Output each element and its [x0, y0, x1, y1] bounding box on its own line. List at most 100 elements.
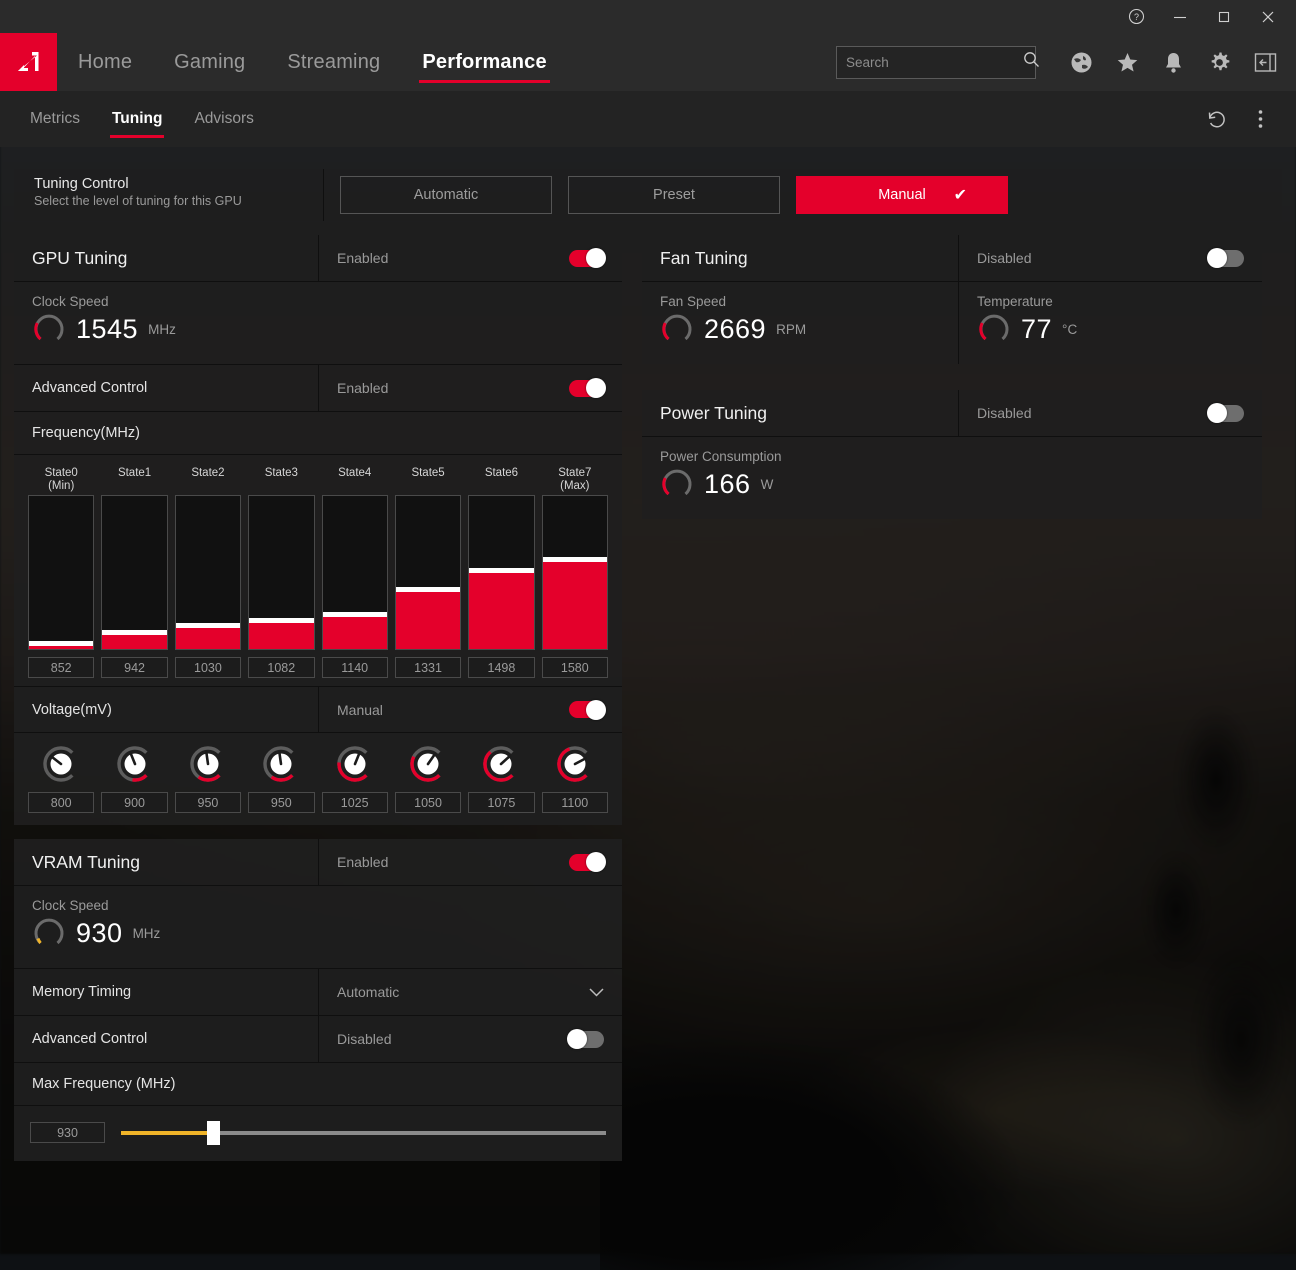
- voltage-knob-dial[interactable]: [262, 745, 300, 783]
- gpu-tuning-toggle[interactable]: [569, 248, 606, 268]
- frequency-value-input[interactable]: 852: [28, 657, 95, 678]
- frequency-bar[interactable]: [28, 495, 95, 650]
- voltage-knob-dial[interactable]: [556, 745, 594, 783]
- vram-tuning-toggle-cell[interactable]: Enabled: [319, 839, 622, 885]
- frequency-value-input[interactable]: 1140: [321, 657, 388, 678]
- tab-tuning[interactable]: Tuning: [96, 91, 179, 147]
- frequency-bar-handle[interactable]: [322, 611, 387, 617]
- more-vertical-icon[interactable]: [1238, 91, 1282, 147]
- vram-tuning-toggle[interactable]: [569, 852, 606, 872]
- frequency-bar-handle[interactable]: [249, 618, 314, 623]
- right-column: Fan Tuning Disabled Fan Speed 2669 RPM T…: [642, 235, 1262, 533]
- frequency-bar-columns: State0 (Min) 852 State1 942 State2 1030 State3 1…: [28, 465, 608, 678]
- search-box[interactable]: [836, 45, 1039, 79]
- voltage-knob-dial[interactable]: [336, 745, 374, 783]
- memory-timing-select[interactable]: Automatic: [319, 969, 622, 1015]
- vram-advanced-control-label-cell: Advanced Control: [14, 1016, 319, 1062]
- tuning-option-automatic[interactable]: Automatic: [340, 176, 552, 214]
- power-tuning-toggle[interactable]: [1207, 403, 1244, 423]
- tuning-option-manual[interactable]: Manual ✔: [796, 176, 1008, 214]
- voltage-value-input[interactable]: 800: [28, 792, 95, 813]
- temperature-value: 77: [1021, 314, 1053, 344]
- frequency-bar[interactable]: [174, 495, 242, 650]
- tuning-option-preset[interactable]: Preset: [568, 176, 780, 214]
- nav-item-streaming[interactable]: Streaming: [266, 33, 401, 91]
- help-circle-icon[interactable]: ?: [1114, 0, 1158, 33]
- voltage-value-input[interactable]: 950: [174, 792, 242, 813]
- vram-clock-speed-unit: MHz: [132, 926, 161, 941]
- voltage-label: Voltage(mV): [32, 701, 112, 718]
- voltage-value-input[interactable]: 1050: [394, 792, 462, 813]
- tab-metrics[interactable]: Metrics: [14, 91, 96, 147]
- voltage-value-input[interactable]: 1025: [321, 792, 388, 813]
- frequency-bar-handle[interactable]: [395, 587, 461, 593]
- collapse-panel-icon[interactable]: [1242, 33, 1288, 91]
- fan-tuning-toggle[interactable]: [1207, 248, 1244, 268]
- max-frequency-slider[interactable]: [121, 1120, 606, 1145]
- search-icon[interactable]: [1023, 51, 1040, 73]
- minimize-icon[interactable]: [1158, 0, 1202, 33]
- frequency-bar[interactable]: [248, 495, 315, 650]
- nav-item-performance[interactable]: Performance: [401, 33, 567, 91]
- vram-advanced-control-toggle-cell[interactable]: Disabled: [319, 1016, 622, 1062]
- gpu-advanced-control-toggle-cell[interactable]: Enabled: [319, 365, 622, 411]
- voltage-value-input[interactable]: 1100: [541, 792, 608, 813]
- memory-timing-row: Memory Timing Automatic: [14, 969, 622, 1016]
- chevron-down-icon[interactable]: [589, 984, 604, 1001]
- max-frequency-slider-handle[interactable]: [207, 1120, 221, 1145]
- frequency-bar[interactable]: [394, 495, 462, 650]
- nav-item-gaming[interactable]: Gaming: [153, 33, 266, 91]
- nav-item-home[interactable]: Home: [57, 33, 153, 91]
- voltage-toggle[interactable]: [569, 699, 606, 720]
- frequency-bar[interactable]: [321, 495, 388, 650]
- search-input[interactable]: [846, 54, 1023, 70]
- voltage-knob-dial[interactable]: [409, 745, 447, 783]
- voltage-knob-dial[interactable]: [42, 745, 80, 783]
- close-icon[interactable]: [1246, 0, 1290, 33]
- frequency-bar-handle[interactable]: [175, 622, 241, 628]
- frequency-bar-handle[interactable]: [542, 556, 607, 562]
- frequency-bar[interactable]: [468, 495, 535, 650]
- power-tuning-card: Power Tuning Disabled Power Consumption …: [642, 390, 1262, 519]
- voltage-header-row: Voltage(mV) Manual: [14, 686, 622, 733]
- max-frequency-slider-row: 930: [14, 1106, 622, 1161]
- power-tuning-toggle-cell[interactable]: Disabled: [959, 390, 1262, 436]
- fan-tuning-toggle-cell[interactable]: Disabled: [959, 235, 1262, 281]
- frequency-value-input[interactable]: 1580: [541, 657, 608, 678]
- undo-reset-icon[interactable]: [1194, 91, 1238, 147]
- tab-advisors[interactable]: Advisors: [178, 91, 269, 147]
- tuning-columns: GPU Tuning Enabled Clock Speed 1545 MHz …: [14, 235, 1282, 1175]
- gpu-clock-speed-label: Clock Speed: [32, 294, 109, 309]
- voltage-knob-dial[interactable]: [189, 745, 227, 783]
- gpu-advanced-control-toggle[interactable]: [569, 378, 606, 398]
- frequency-bar[interactable]: [101, 495, 168, 650]
- gear-icon[interactable]: [1196, 33, 1242, 91]
- voltage-value-input[interactable]: 950: [248, 792, 315, 813]
- frequency-bar-handle[interactable]: [102, 630, 167, 636]
- voltage-knob-dial[interactable]: [482, 745, 520, 783]
- fan-speed-gauge-icon: [660, 311, 694, 348]
- frequency-bar-handle[interactable]: [29, 640, 94, 646]
- frequency-value-input[interactable]: 1082: [248, 657, 315, 678]
- gpu-tuning-toggle-cell[interactable]: Enabled: [319, 235, 622, 281]
- frequency-value-input[interactable]: 1030: [174, 657, 242, 678]
- maximize-icon[interactable]: [1202, 0, 1246, 33]
- max-frequency-input[interactable]: 930: [30, 1122, 105, 1143]
- voltage-value-input[interactable]: 1075: [468, 792, 535, 813]
- amd-logo-icon[interactable]: [0, 33, 57, 91]
- vram-advanced-control-toggle[interactable]: [567, 1029, 604, 1049]
- frequency-value-input[interactable]: 1331: [394, 657, 462, 678]
- frequency-bar-fill: [395, 592, 461, 649]
- frequency-bar[interactable]: [541, 495, 608, 650]
- voltage-toggle-cell[interactable]: Manual: [319, 687, 622, 732]
- vram-clock-speed-value-group: 930 MHz: [32, 915, 604, 952]
- bell-icon[interactable]: [1150, 33, 1196, 91]
- frequency-value-input[interactable]: 1498: [468, 657, 535, 678]
- star-icon[interactable]: [1104, 33, 1150, 91]
- globe-icon[interactable]: [1058, 33, 1104, 91]
- voltage-knob-dial[interactable]: [116, 745, 154, 783]
- voltage-value-input[interactable]: 900: [101, 792, 168, 813]
- frequency-value-input[interactable]: 942: [101, 657, 168, 678]
- frequency-bar-handle[interactable]: [469, 567, 534, 573]
- vram-advanced-control-state-label: Disabled: [337, 1031, 392, 1047]
